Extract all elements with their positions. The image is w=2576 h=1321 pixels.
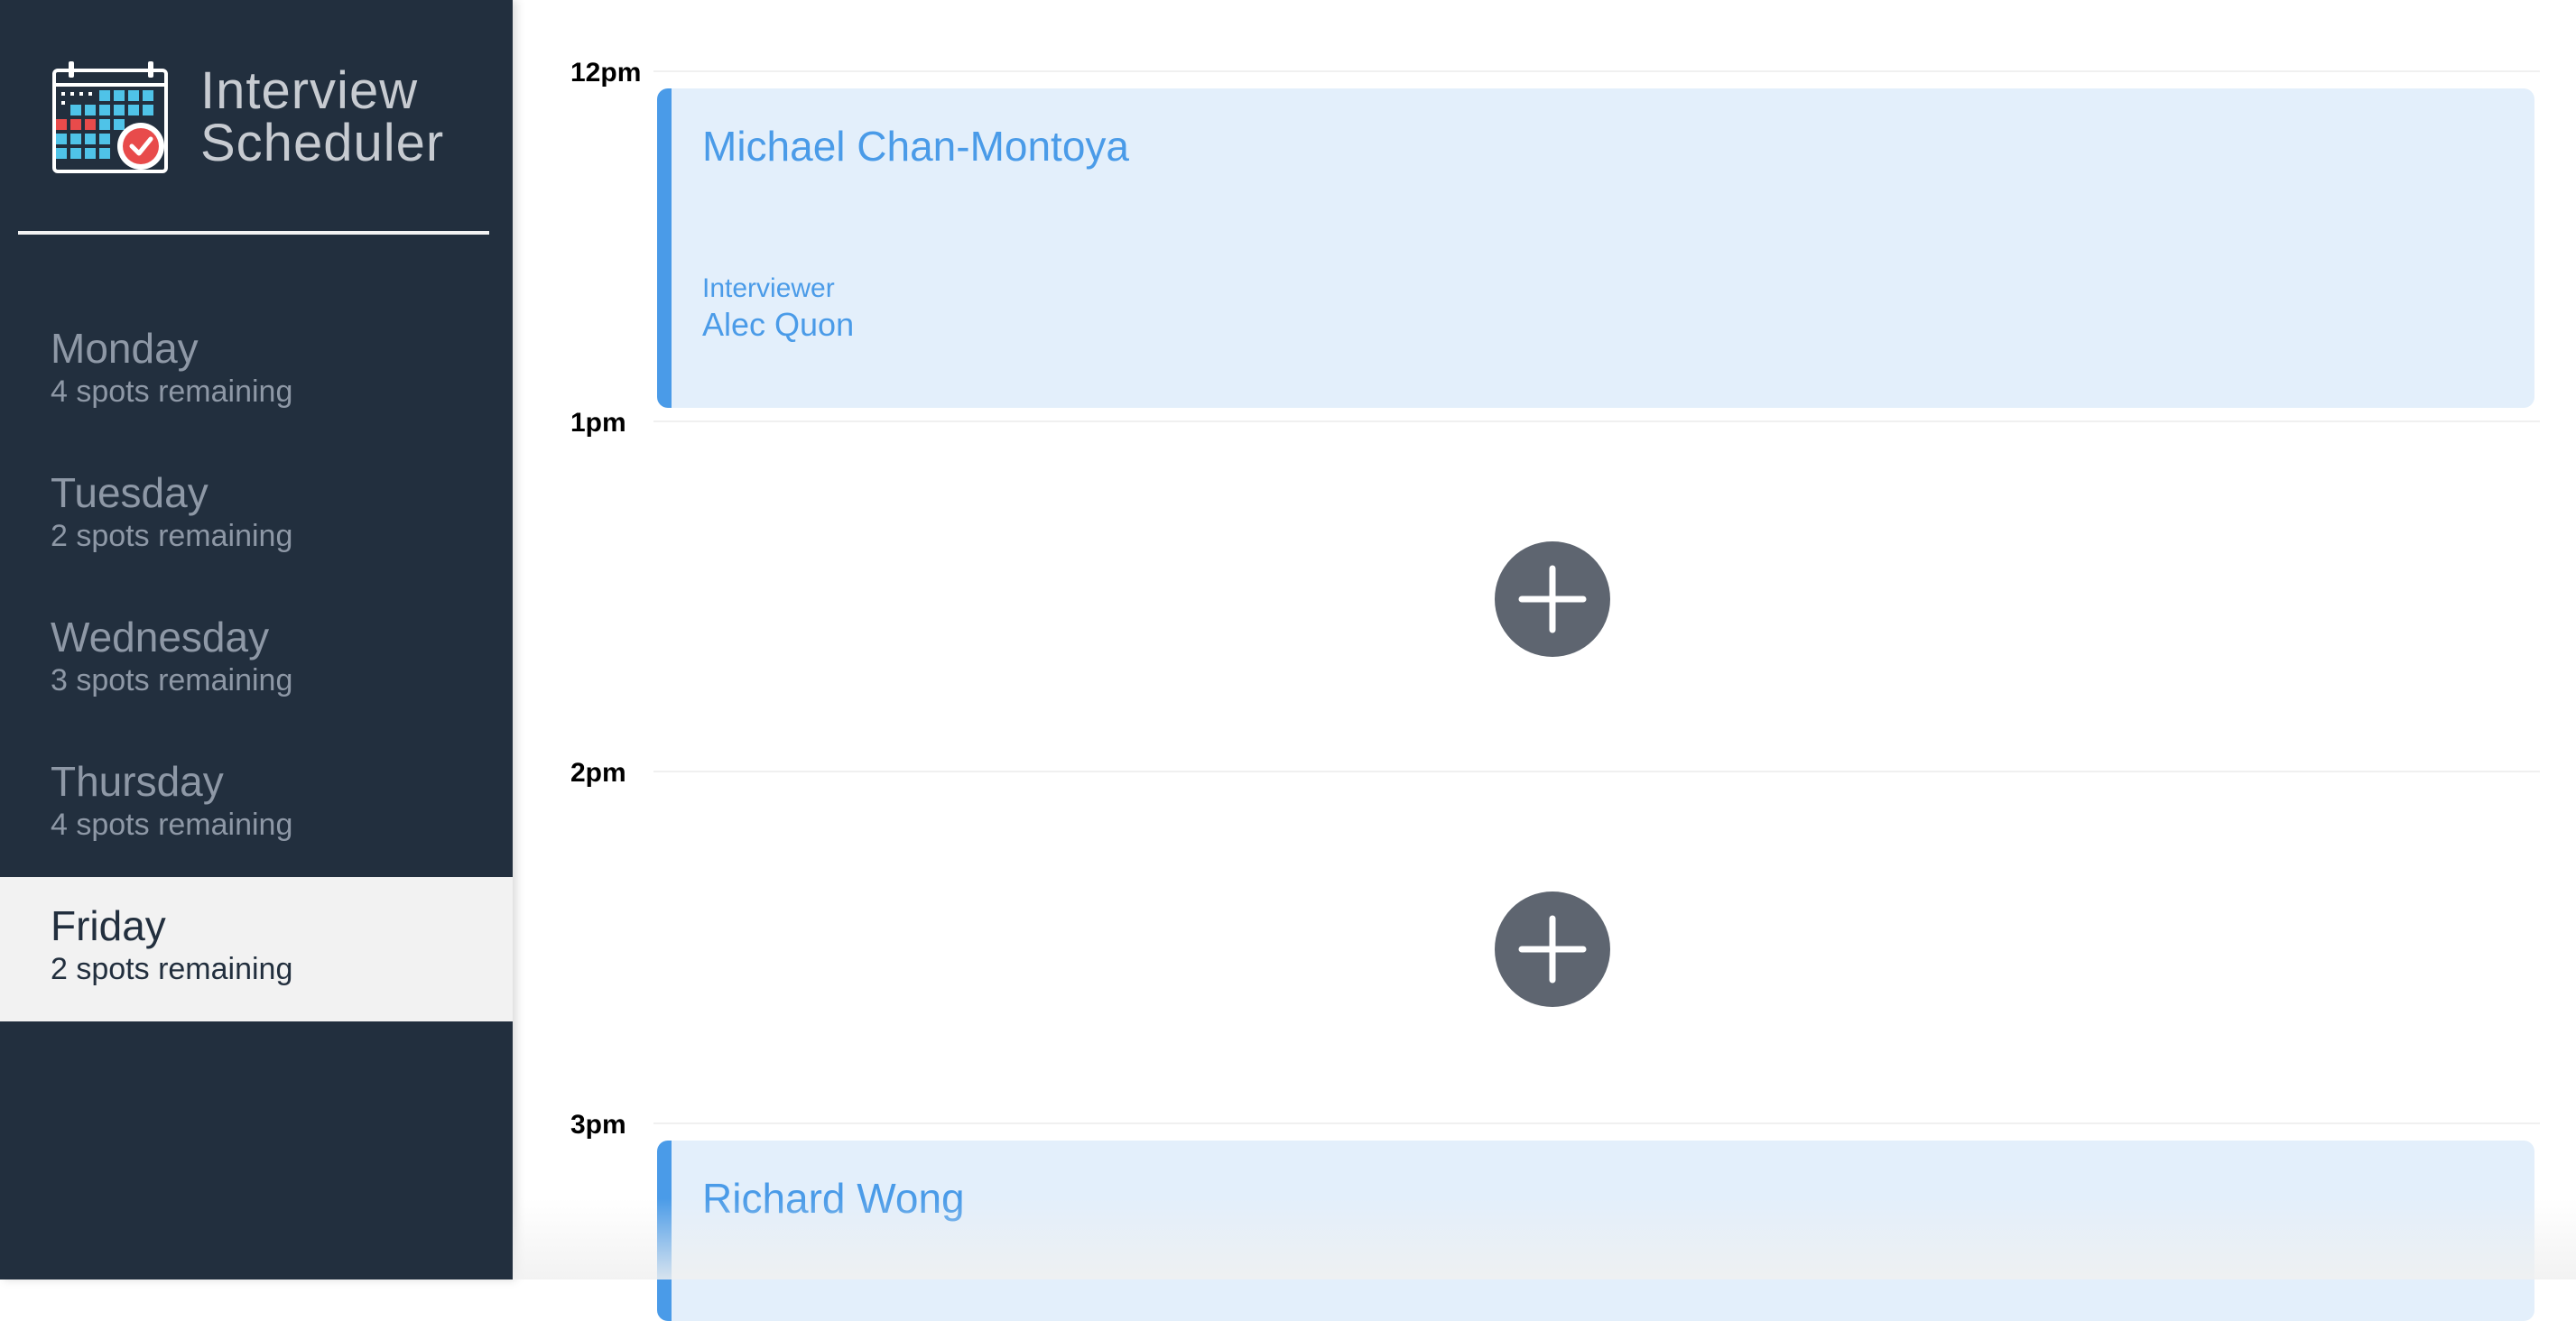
day-name: Monday [51,325,199,372]
time-label-12pm: 12pm [570,58,642,88]
interviewer-name: Alec Quon [702,306,855,343]
day-name: Wednesday [51,614,270,660]
day-spots: 4 spots remaining [51,374,293,409]
time-label-1pm: 1pm [570,408,626,438]
slot-divider [653,771,2540,772]
slot-divider [653,1122,2540,1124]
day-list-item-wednesday[interactable]: Wednesday 3 spots remaining [0,588,513,733]
brand: Interview Scheduler [51,60,444,175]
time-label-3pm: 3pm [570,1110,626,1140]
day-name: Tuesday [51,469,208,516]
day-list-item-friday[interactable]: Friday 2 spots remaining [0,877,513,1021]
time-label-2pm: 2pm [570,758,626,788]
appointment-card[interactable]: Richard Wong [657,1141,2534,1321]
day-spots: 4 spots remaining [51,808,293,842]
interviewer-label: Interviewer [702,273,835,303]
calendar-check-icon [51,60,171,175]
add-appointment-button[interactable] [1495,891,1610,1007]
day-list-item-tuesday[interactable]: Tuesday 2 spots remaining [0,444,513,588]
slot-divider [653,70,2540,72]
student-name: Richard Wong [702,1175,965,1222]
sidebar: Interview Scheduler Monday 4 spots remai… [0,0,513,1279]
app-title-line1: Interview [200,61,419,120]
day-name: Friday [51,902,166,949]
schedule: 12pm Michael Chan-Montoya Interviewer Al… [513,0,2576,1321]
app-title-line2: Scheduler [200,114,445,172]
student-name: Michael Chan-Montoya [702,123,1130,170]
appointment-card[interactable]: Michael Chan-Montoya Interviewer Alec Qu… [657,88,2534,408]
add-appointment-button[interactable] [1495,541,1610,657]
app-title: Interview Scheduler [200,65,444,170]
day-list: Monday 4 spots remaining Tuesday 2 spots… [0,300,513,1021]
sidebar-divider [18,231,489,235]
day-spots: 2 spots remaining [51,952,293,986]
plus-icon [1495,891,1610,1007]
day-name: Thursday [51,758,224,805]
day-list-item-monday[interactable]: Monday 4 spots remaining [0,300,513,444]
slot-divider [653,420,2540,422]
day-list-item-thursday[interactable]: Thursday 4 spots remaining [0,733,513,877]
plus-icon [1495,541,1610,657]
day-spots: 2 spots remaining [51,519,293,553]
day-spots: 3 spots remaining [51,663,293,697]
